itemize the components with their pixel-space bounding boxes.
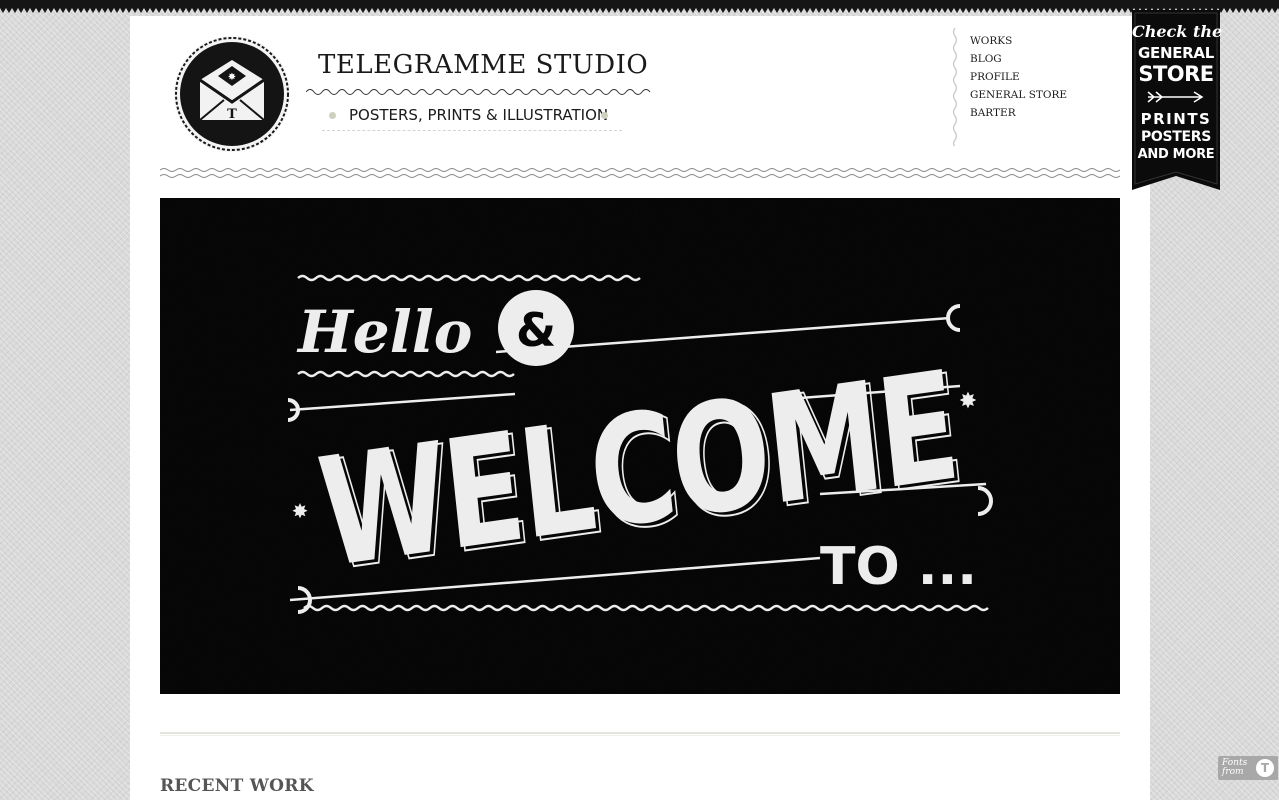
ribbon-arrow-icon bbox=[1147, 91, 1204, 103]
nav-item-profile[interactable]: PROFILE bbox=[970, 68, 1067, 86]
header-wavy-divider bbox=[160, 168, 1120, 178]
hero-to-text: TO ... bbox=[820, 537, 977, 597]
site-tagline: POSTERS, PRINTS & ILLUSTRATION bbox=[349, 106, 609, 124]
nav-item-barter[interactable]: BARTER bbox=[970, 104, 1067, 122]
general-store-ribbon[interactable]: Check the GENERAL STORE PRINTS POSTERS A… bbox=[1132, 10, 1223, 190]
ribbon-posters-text: POSTERS bbox=[1140, 129, 1212, 145]
main-nav: WORKS BLOG PROFILE GENERAL STORE BARTER bbox=[952, 28, 1122, 146]
ribbon-prints-text: PRINTS bbox=[1140, 110, 1212, 128]
site-title[interactable]: TELEGRAMME STUDIO bbox=[318, 50, 648, 80]
nav-item-blog[interactable]: BLOG bbox=[970, 50, 1067, 68]
site-logo[interactable]: ✸ T bbox=[160, 28, 300, 158]
ribbon-store-text: STORE bbox=[1138, 62, 1214, 86]
svg-text:T: T bbox=[227, 107, 237, 122]
fonts-from-label: Fonts from bbox=[1222, 758, 1248, 777]
tagline-underline bbox=[322, 130, 622, 131]
section-separator bbox=[160, 732, 1120, 736]
svg-text:✸: ✸ bbox=[292, 499, 309, 523]
hero-illustration: ✸ ✸ Hello & WELCOME WELCOME TO ... bbox=[160, 198, 1120, 694]
tagline-dot-right bbox=[601, 112, 608, 119]
svg-text:✸: ✸ bbox=[228, 72, 236, 83]
envelope-logo-icon: ✸ T bbox=[174, 36, 290, 152]
title-wavy-rule bbox=[306, 89, 651, 95]
hero-hello-text: Hello bbox=[296, 298, 472, 366]
ribbon-more-text: AND MORE bbox=[1137, 147, 1215, 162]
ribbon-general-text: GENERAL bbox=[1138, 44, 1214, 62]
top-zigzag-border bbox=[0, 0, 1279, 13]
nav-item-general-store[interactable]: GENERAL STORE bbox=[970, 86, 1067, 104]
typekit-icon: T bbox=[1256, 759, 1274, 777]
hero-banner[interactable]: ✸ ✸ Hello & WELCOME WELCOME TO ... bbox=[160, 198, 1120, 694]
svg-text:✸: ✸ bbox=[959, 389, 977, 414]
nav-scalloped-edge bbox=[952, 28, 958, 146]
fonts-from-badge[interactable]: Fonts from T bbox=[1218, 756, 1278, 780]
recent-work-heading: RECENT WORK bbox=[160, 776, 314, 796]
ribbon-check-text: Check the bbox=[1132, 22, 1223, 41]
nav-item-works[interactable]: WORKS bbox=[970, 32, 1067, 50]
tagline-dot-left bbox=[329, 112, 336, 119]
page-container: ✸ T TELEGRAMME STUDIO POSTERS, PRINTS & … bbox=[130, 16, 1150, 800]
hero-ampersand: & bbox=[516, 303, 556, 357]
